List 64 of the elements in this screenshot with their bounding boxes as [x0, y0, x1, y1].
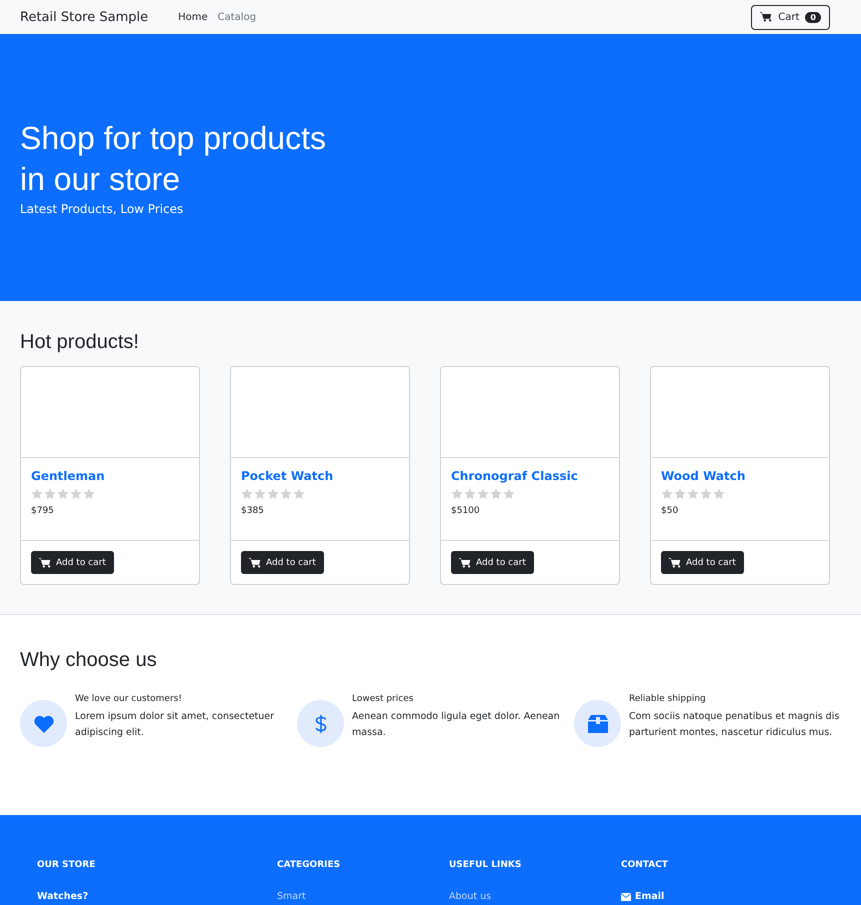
- add-to-cart-button[interactable]: Add to cart: [241, 551, 324, 574]
- star-icon: [31, 488, 43, 500]
- product-name[interactable]: Chronograf Classic: [451, 468, 609, 483]
- product-name[interactable]: Gentleman: [31, 468, 189, 483]
- footer-link[interactable]: Smart: [277, 891, 449, 902]
- footer-link[interactable]: About us: [449, 891, 621, 902]
- star-icon: [293, 488, 305, 500]
- brand-name[interactable]: Retail Store Sample: [20, 10, 148, 24]
- cart-count: 0: [805, 12, 821, 22]
- product-price: $50: [661, 506, 680, 516]
- feature-title: Reliable shipping: [629, 694, 707, 704]
- heart-icon: [34, 714, 54, 732]
- cart-button[interactable]: Cart 0: [751, 4, 830, 30]
- feature-text: Aenean commodo ligula eget dolor. Aenean massa.: [352, 710, 561, 740]
- footer-link[interactable]: Watches?: [37, 891, 277, 902]
- feature-text: Lorem ipsum dolor sit amet, consectetuer adipiscing elit.: [75, 710, 276, 740]
- star-icon: [661, 488, 673, 500]
- mail-icon: [621, 892, 631, 900]
- star-icon: [503, 488, 515, 500]
- nav-link[interactable]: Catalog: [218, 12, 256, 22]
- star-icon: [70, 488, 82, 500]
- cart-icon: [760, 11, 772, 23]
- product-price: $795: [31, 506, 55, 516]
- star-icon: [83, 488, 95, 500]
- cart-icon: [39, 556, 51, 569]
- hero-title: Shop for top products in our store: [20, 119, 327, 199]
- star-icon: [254, 488, 266, 500]
- footer-link[interactable]: Email: [621, 891, 824, 902]
- star-icon: [687, 488, 699, 500]
- feature-title: Lowest prices: [352, 694, 414, 704]
- star-icon: [241, 488, 253, 500]
- section-title: Why choose us: [20, 649, 158, 672]
- footer-heading: OUR STORE: [37, 860, 96, 870]
- star-icon: [477, 488, 489, 500]
- star-icon: [280, 488, 292, 500]
- star-icon: [267, 488, 279, 500]
- add-to-cart-button[interactable]: Add to cart: [661, 551, 744, 574]
- product-name[interactable]: Wood Watch: [661, 468, 819, 483]
- star-icon: [57, 488, 69, 500]
- hero-subtitle: Latest Products, Low Prices: [20, 202, 184, 216]
- cart-icon: [249, 556, 261, 569]
- cart-icon: [459, 556, 471, 569]
- star-icon: [464, 488, 476, 500]
- footer-heading: USEFUL LINKS: [449, 860, 522, 870]
- star-icon: [700, 488, 712, 500]
- star-icon: [674, 488, 686, 500]
- add-to-cart-button[interactable]: Add to cart: [451, 551, 534, 574]
- product-price: $385: [241, 506, 265, 516]
- footer-heading: CONTACT: [621, 860, 669, 870]
- nav-link[interactable]: Home: [178, 12, 208, 22]
- add-to-cart-button[interactable]: Add to cart: [31, 551, 114, 574]
- star-icon: [451, 488, 463, 500]
- box-icon: [588, 714, 608, 732]
- dollar-icon: [314, 714, 326, 734]
- star-icon: [44, 488, 56, 500]
- footer-heading: CATEGORIES: [277, 860, 342, 870]
- cart-icon: [669, 556, 681, 569]
- feature-text: Com sociis natoque penatibus et magnis dis parturient montes, nascetur ridiculus mus.: [629, 710, 840, 740]
- section-title: Hot products!: [20, 331, 140, 354]
- product-name[interactable]: Pocket Watch: [241, 468, 399, 483]
- product-price: $5100: [451, 506, 481, 516]
- star-icon: [490, 488, 502, 500]
- star-icon: [713, 488, 725, 500]
- feature-title: We love our customers!: [75, 694, 183, 704]
